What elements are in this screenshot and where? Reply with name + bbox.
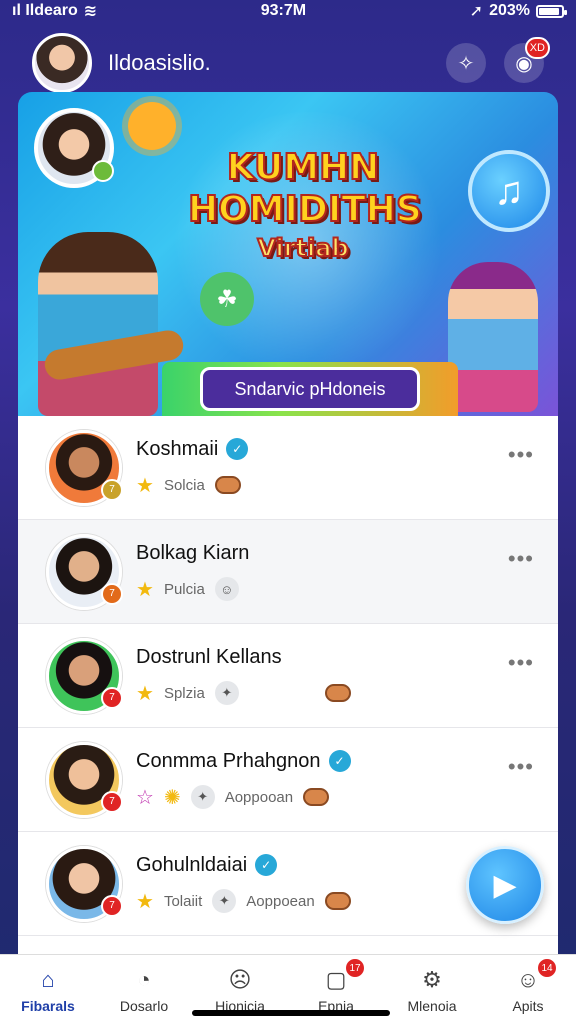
contact-tag: Tolaiit [163,892,203,910]
contact-tag: Aoppooan [224,788,294,806]
verified-icon: ✓ [255,854,278,876]
contact-name: Dostrunl Kellans [136,645,282,668]
home-icon: ⌂ [41,966,55,992]
contact-tag: Solcia [163,476,205,494]
level-badge: 7 [101,478,123,501]
notification-icon[interactable]: ◉ XD [504,37,550,83]
list-item[interactable]: 7 Dostrunl Kellans ★ Splzia ✦ ••• [18,624,558,728]
nav-item-home[interactable]: ⌂ Fibarals [0,955,96,1024]
list-item[interactable]: 7 Conmma Prhahgnon ✓ ☆ ✺ ✦ Aoppooan ••• [18,728,558,832]
level-badge: 7 [101,790,123,813]
banner-title: KUMHN HOMIDITHS Virtiab [187,146,423,265]
contact-name: Bolkag Kiarn [136,541,250,564]
level-badge: 7 [101,686,123,709]
avatar: 7 [46,637,123,714]
more-options-button[interactable]: ••• [508,754,534,780]
more-options-button[interactable]: ••• [508,546,534,572]
sparkle-icon: ✺ [163,786,181,809]
bread-icon [214,476,241,494]
notification-badge: XD [524,37,550,59]
list-item[interactable]: 7 Bolkag Kiarn ★ Pulcia ☺ ••• [18,520,558,624]
star-icon: ★ [136,890,154,913]
level-badge: 7 [101,894,123,917]
nav-label: Dosarlo [119,997,169,1014]
avatar: 7 [46,533,123,610]
nav-label: Fibarals [21,997,75,1014]
emoji-icon: ☺ [214,577,239,601]
contact-tag-secondary: Aoppoean [246,892,315,910]
more-options-button[interactable]: ••• [508,650,534,676]
avatar: 7 [46,741,123,818]
banner-button-frame: Sndarvic pHdoneis [162,362,458,416]
nav-label: Apits [512,997,544,1014]
level-badge: 7 [101,582,123,605]
contact-name: Conmma Prhahgnon [136,749,321,772]
avatar: 7 [46,845,123,922]
star-icon: ★ [136,474,154,497]
contact-tag: Pulcia [163,580,205,598]
music-note-icon[interactable]: ♫ [468,150,550,232]
star-icon: ★ [136,682,154,705]
carrier-label: ıl Ildearo [12,2,78,19]
nav-item-tools[interactable]: ⚙ Mlenoia [384,955,480,1024]
home-indicator [192,1010,390,1016]
banner-cta-button[interactable]: Sndarvic pHdoneis [200,367,420,411]
status-bar: ıl Ildearo ≋ 93:7M ➚ 203% [0,0,576,22]
bread-icon [324,684,351,702]
sync-icon[interactable]: ✧ [446,43,486,83]
bread-icon [303,788,330,806]
puzzle-icon: ✦ [212,889,237,913]
profile-avatar[interactable] [32,33,92,93]
bread-icon [324,892,351,910]
palette-icon: ◔ [137,966,151,992]
verified-icon: ✓ [226,438,249,460]
verified-icon: ✓ [328,750,351,772]
status-dot [92,160,114,182]
nav-item-palette[interactable]: ◔ Dosarlo [96,955,192,1024]
contact-tag: Splzia [163,684,205,702]
clock: 93:7M [260,2,307,19]
star-icon: ★ [136,578,154,601]
banner-title-line3: Virtiab [256,233,349,263]
nav-badge: 14 [536,957,558,979]
leaf-icon: ☘ [200,272,254,326]
more-options-button[interactable]: ••• [508,442,534,468]
nav-item-profile[interactable]: ☺ Apits 14 [480,955,576,1024]
dancing-boy-illustration [448,262,538,412]
list-item[interactable]: 7 Koshmaii ✓ ★ Solcia ••• [18,416,558,520]
nav-badge: 17 [344,957,366,979]
star-outline-icon: ☆ [136,786,154,809]
sun-icon [128,102,176,150]
featured-banner[interactable]: ☘ KUMHN HOMIDITHS Virtiab ♫ Sndarvic pHd… [18,92,558,416]
wifi-icon: ≋ [83,3,98,20]
contact-name: Gohulnldaiai [136,853,248,876]
nav-label: Mlenoia [407,997,457,1014]
location-icon: ➚ [469,3,484,20]
banner-avatar[interactable] [34,108,114,188]
avatar: 7 [46,429,123,506]
face-icon: ☹ [228,966,252,992]
puzzle-icon: ✦ [190,785,215,809]
banner-title-line1: KUMHN [226,146,381,189]
puzzle-icon: ✦ [214,681,239,705]
banner-title-line2: HOMIDITHS [187,188,423,231]
page-title: Ildoasislio. [108,50,211,75]
battery-icon [535,4,567,18]
app-header: Ildoasislio. ✧ ◉ XD [0,28,576,98]
battery-percent: 203% [489,2,530,19]
contact-name: Koshmaii [136,437,219,460]
wrench-icon: ⚙ [422,966,442,992]
guitar-girl-illustration [38,232,158,416]
play-button[interactable]: ▶ [466,846,544,924]
